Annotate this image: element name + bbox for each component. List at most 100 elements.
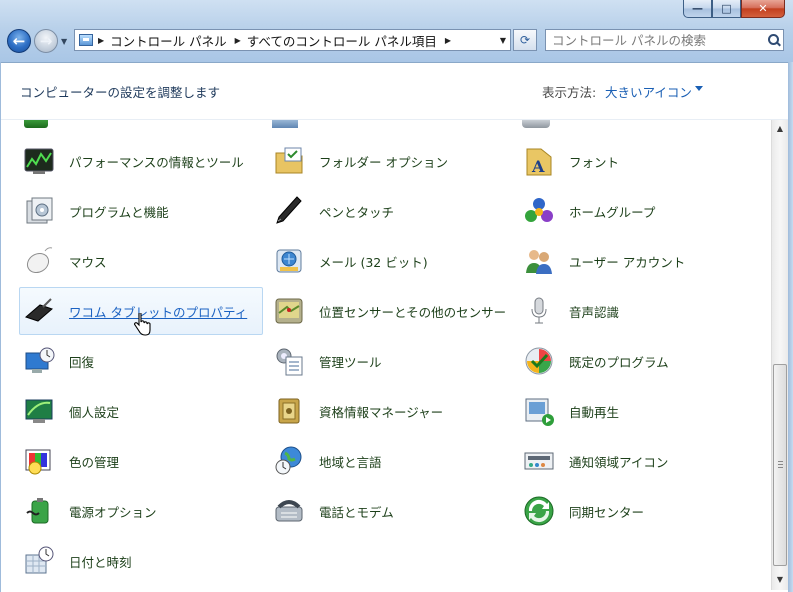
close-button[interactable]: ✕ xyxy=(741,0,785,18)
speech-recognition-icon xyxy=(523,295,555,327)
search-icon[interactable] xyxy=(763,31,783,49)
control-panel-item[interactable]: プログラムと機能 xyxy=(19,187,263,235)
control-panel-item[interactable]: 色の管理 xyxy=(19,437,263,485)
window-title-bar: — □ ✕ ← → ▼ ▶ コントロール パネル ▶ すべてのコントロール パネ… xyxy=(0,0,793,63)
region-language-icon xyxy=(273,445,305,477)
folder-options-icon xyxy=(273,145,305,177)
control-panel-item-label[interactable]: 電話とモデム xyxy=(319,502,394,521)
control-panel-item-label[interactable]: ホームグループ xyxy=(569,202,655,221)
control-panel-item[interactable]: 管理ツール xyxy=(269,337,513,385)
control-panel-item[interactable]: A フォント xyxy=(519,137,763,185)
control-panel-item-label[interactable]: 通知領域アイコン xyxy=(569,452,668,471)
control-panel-item[interactable]: メール (32 ビット) xyxy=(269,237,513,285)
homegroup-icon xyxy=(523,195,555,227)
default-programs-icon xyxy=(523,345,555,377)
control-panel-item-label[interactable]: 回復 xyxy=(69,352,94,371)
scrollbar-thumb[interactable] xyxy=(773,364,787,566)
control-panel-item[interactable]: 音声認識 xyxy=(519,287,763,335)
search-input[interactable] xyxy=(546,31,763,49)
scroll-up-button[interactable]: ▲ xyxy=(772,120,788,137)
control-panel-item-label[interactable]: パフォーマンスの情報とツール xyxy=(69,152,244,171)
autoplay-icon xyxy=(523,395,555,427)
vertical-scrollbar[interactable]: ▲ ▼ xyxy=(771,120,788,590)
phone-modem-icon xyxy=(273,495,305,527)
control-panel-item[interactable]: ホームグループ xyxy=(519,187,763,235)
view-by-dropdown[interactable]: 大きいアイコン xyxy=(605,82,692,101)
page-title: コンピューターの設定を調整します xyxy=(20,85,221,100)
control-panel-item[interactable]: 自動再生 xyxy=(519,387,763,435)
control-panel-item-label[interactable]: フォルダー オプション xyxy=(319,152,448,171)
maximize-button[interactable]: □ xyxy=(712,0,741,18)
power-options-icon xyxy=(23,495,55,527)
control-panel-item[interactable]: 回復 xyxy=(19,337,263,385)
view-by-label: 表示方法: xyxy=(542,85,597,100)
control-panel-item-label[interactable]: ワコム タブレットのプロパティ xyxy=(69,302,247,321)
breadcrumb-separator-icon[interactable]: ▶ xyxy=(445,36,451,45)
control-panel-item[interactable]: フォルダー オプション xyxy=(269,137,513,185)
control-panel-item-label[interactable]: フォント xyxy=(569,152,619,171)
control-panel-item[interactable]: 個人設定 xyxy=(19,387,263,435)
address-dropdown-icon[interactable]: ▼ xyxy=(500,36,506,45)
address-bar[interactable]: ▶ コントロール パネル ▶ すべてのコントロール パネル項目 ▶ ▼ xyxy=(74,29,511,51)
control-panel-item[interactable]: 既定のプログラム xyxy=(519,337,763,385)
mail-icon xyxy=(273,245,305,277)
control-panel-item-label[interactable]: 電源オプション xyxy=(69,502,157,521)
breadcrumb-control-panel[interactable]: コントロール パネル xyxy=(110,31,226,50)
control-panel-item-label[interactable]: 日付と時刻 xyxy=(69,552,132,571)
control-panel-item-label[interactable]: 既定のプログラム xyxy=(569,352,669,371)
control-panel-item[interactable]: 電源オプション xyxy=(19,487,263,535)
forward-button[interactable]: → xyxy=(34,29,58,53)
credential-manager-icon xyxy=(273,395,305,427)
color-management-icon xyxy=(23,445,55,477)
partial-item-icon xyxy=(272,120,298,128)
control-panel-item-label[interactable]: 資格情報マネージャー xyxy=(319,402,443,421)
content-header: コンピューターの設定を調整します 表示方法: 大きいアイコン xyxy=(1,63,792,120)
chevron-down-icon[interactable] xyxy=(695,86,703,91)
control-panel-item-label[interactable]: 色の管理 xyxy=(69,452,119,471)
admin-tools-icon xyxy=(273,345,305,377)
window-frame-right xyxy=(788,62,793,592)
control-panel-item-label[interactable]: 地域と言語 xyxy=(319,452,382,471)
control-panel-item-label[interactable]: ユーザー アカウント xyxy=(569,252,685,271)
control-panel-item-label[interactable]: 自動再生 xyxy=(569,402,619,421)
control-panel-item-label[interactable]: マウス xyxy=(69,252,107,271)
partial-item-icon xyxy=(24,120,48,128)
notification-area-icon xyxy=(523,445,555,477)
control-panel-item[interactable]: 地域と言語 xyxy=(269,437,513,485)
control-panel-item-label[interactable]: 同期センター xyxy=(569,502,644,521)
control-panel-item-label[interactable]: 個人設定 xyxy=(69,402,119,421)
breadcrumb-separator-icon[interactable]: ▶ xyxy=(98,36,104,45)
control-panel-item[interactable]: マウス xyxy=(19,237,263,285)
control-panel-item[interactable]: 通知領域アイコン xyxy=(519,437,763,485)
control-panel-item-label[interactable]: メール (32 ビット) xyxy=(319,252,428,271)
window-controls: — □ ✕ xyxy=(683,0,785,18)
control-panel-item[interactable]: 位置センサーとその他のセンサー xyxy=(269,287,513,335)
hand-cursor-icon xyxy=(134,313,151,336)
control-panel-item-label[interactable]: 位置センサーとその他のセンサー xyxy=(319,302,506,321)
control-panel-item[interactable]: パフォーマンスの情報とツール xyxy=(19,137,263,185)
recent-pages-dropdown[interactable]: ▼ xyxy=(61,37,67,46)
control-panel-item[interactable]: 日付と時刻 xyxy=(19,537,263,585)
refresh-icon: ⟳ xyxy=(519,33,531,47)
control-panel-item[interactable]: ユーザー アカウント xyxy=(519,237,763,285)
programs-icon xyxy=(23,195,55,227)
control-panel-item-label[interactable]: 音声認識 xyxy=(569,302,619,321)
control-panel-item[interactable]: 電話とモデム xyxy=(269,487,513,535)
location-sensor-icon xyxy=(273,295,305,327)
partial-item-icon xyxy=(522,120,550,128)
control-panel-item[interactable]: 資格情報マネージャー xyxy=(269,387,513,435)
control-panel-item-label[interactable]: 管理ツール xyxy=(319,352,382,371)
minimize-button[interactable]: — xyxy=(683,0,712,18)
scroll-down-button[interactable]: ▼ xyxy=(772,571,788,588)
control-panel-item-label[interactable]: ペンとタッチ xyxy=(319,202,394,221)
back-button[interactable]: ← xyxy=(7,29,31,53)
sync-center-icon xyxy=(523,495,555,527)
refresh-button[interactable]: ⟳ xyxy=(513,29,537,51)
breadcrumb-all-items[interactable]: すべてのコントロール パネル項目 xyxy=(247,31,437,50)
control-panel-item-label[interactable]: プログラムと機能 xyxy=(69,202,169,221)
control-panel-item[interactable]: ペンとタッチ xyxy=(269,187,513,235)
fonts-icon: A xyxy=(523,145,555,177)
search-box[interactable] xyxy=(545,29,784,51)
control-panel-item[interactable]: 同期センター xyxy=(519,487,763,535)
breadcrumb-separator-icon[interactable]: ▶ xyxy=(235,36,241,45)
